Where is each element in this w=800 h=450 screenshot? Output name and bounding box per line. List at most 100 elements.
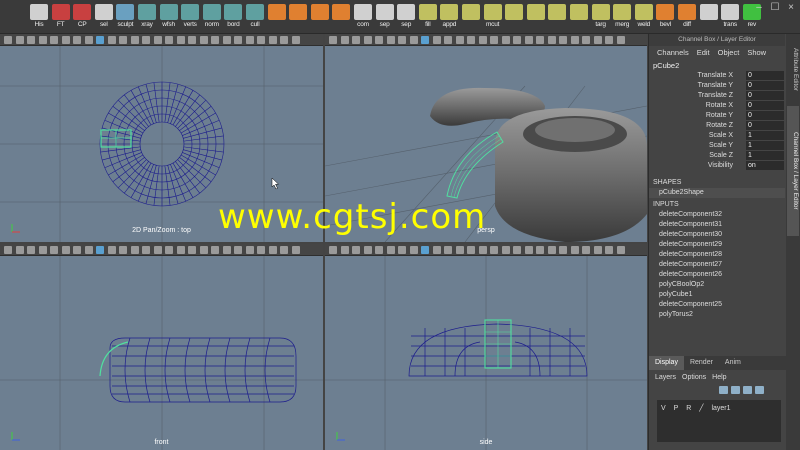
attribute-row[interactable]: Rotate Z 0 — [649, 121, 785, 131]
viewport-tool-icon[interactable] — [421, 246, 429, 254]
attribute-row[interactable]: Scale Z 1 — [649, 151, 785, 161]
shelf-button-poly-cube[interactable] — [287, 4, 309, 32]
viewport-tool-icon[interactable] — [593, 246, 602, 254]
attribute-row[interactable]: Visibility on — [649, 161, 785, 171]
viewport-tool-icon[interactable] — [329, 36, 337, 44]
shelf-button-poly-sphere[interactable] — [266, 4, 288, 32]
viewport-tool-icon[interactable] — [142, 246, 150, 254]
viewport-tool-icon[interactable] — [490, 36, 498, 44]
viewport-tool-icon[interactable] — [73, 36, 81, 44]
menu-edit[interactable]: Edit — [697, 46, 710, 60]
viewport-tool-icon[interactable] — [107, 246, 116, 254]
close-button[interactable]: × — [784, 2, 798, 14]
viewport-tool-icon[interactable] — [340, 246, 349, 254]
viewport-tool-icon[interactable] — [257, 36, 265, 44]
shelf-button-FT[interactable]: FT — [50, 4, 72, 32]
viewport-tool-icon[interactable] — [245, 36, 254, 44]
attribute-value-field[interactable]: 0 — [746, 101, 784, 110]
input-node[interactable]: polyCBoolOp2 — [649, 280, 785, 290]
viewport-tool-icon[interactable] — [142, 36, 150, 44]
viewport-tool-icon[interactable] — [130, 246, 139, 254]
viewport-tool-icon[interactable] — [421, 36, 429, 44]
viewport-tool-icon[interactable] — [257, 246, 265, 254]
viewport-tool-icon[interactable] — [536, 246, 544, 254]
viewport-tool-icon[interactable] — [409, 246, 418, 254]
attribute-value-field[interactable]: 0 — [746, 81, 784, 90]
attribute-row[interactable]: Rotate X 0 — [649, 101, 785, 111]
shelf-button-wfsh[interactable]: wfsh — [158, 4, 180, 32]
layer-menu-options[interactable]: Options — [682, 374, 706, 381]
viewport-tool-icon[interactable] — [340, 36, 349, 44]
viewport-tool-icon[interactable] — [559, 246, 567, 254]
move-up-icon[interactable] — [731, 386, 740, 394]
input-node[interactable]: deleteComponent31 — [649, 220, 785, 230]
viewport-tool-icon[interactable] — [570, 246, 579, 254]
viewport-tool-icon[interactable] — [130, 36, 139, 44]
viewport-tool-icon[interactable] — [176, 246, 185, 254]
viewport-tool-icon[interactable] — [524, 246, 533, 254]
viewport-tool-icon[interactable] — [467, 246, 475, 254]
shelf-button-diff[interactable]: diff — [676, 4, 698, 32]
shelf-button-verts[interactable]: verts — [179, 4, 201, 32]
viewport-tool-icon[interactable] — [616, 36, 625, 44]
shelf-button-cull[interactable]: cull — [244, 4, 266, 32]
viewport-tool-icon[interactable] — [363, 246, 372, 254]
shelf-button-weld[interactable]: weld — [633, 4, 655, 32]
attribute-value-field[interactable]: on — [746, 161, 784, 170]
viewport-tool-icon[interactable] — [398, 36, 406, 44]
input-node[interactable]: deleteComponent30 — [649, 230, 785, 240]
shelf-button-norm[interactable]: norm — [201, 4, 223, 32]
viewport-tool-icon[interactable] — [455, 36, 464, 44]
attribute-row[interactable]: Rotate Y 0 — [649, 111, 785, 121]
viewport-tool-icon[interactable] — [280, 246, 288, 254]
viewport-tool-icon[interactable] — [245, 246, 254, 254]
viewport-tool-icon[interactable] — [501, 36, 510, 44]
attribute-row[interactable]: Translate X 0 — [649, 71, 785, 81]
shelf-button-sculpt[interactable]: sculpt — [114, 4, 136, 32]
input-node[interactable]: polyCube1 — [649, 290, 785, 300]
viewport-tool-icon[interactable] — [570, 36, 579, 44]
viewport-tool-icon[interactable] — [107, 36, 116, 44]
shelf-button-insert-edge-loop[interactable] — [503, 4, 525, 32]
viewport-tool-icon[interactable] — [582, 36, 590, 44]
shelf-button-merg[interactable]: merg — [611, 4, 633, 32]
layer-color-swatch-icon[interactable]: ╱ — [699, 405, 703, 412]
viewport-tool-icon[interactable] — [501, 246, 510, 254]
viewport-canvas[interactable]: front — [0, 256, 323, 450]
attribute-value-field[interactable]: 1 — [746, 141, 784, 150]
attribute-row[interactable]: Scale Y 1 — [649, 141, 785, 151]
shelf-button-split[interactable] — [460, 4, 482, 32]
viewport-tool-icon[interactable] — [375, 246, 383, 254]
viewport-tool-icon[interactable] — [524, 36, 533, 44]
viewport-tool-icon[interactable] — [582, 246, 590, 254]
input-node[interactable]: deleteComponent32 — [649, 210, 785, 220]
viewport-tool-icon[interactable] — [234, 36, 242, 44]
viewport-tool-icon[interactable] — [73, 246, 81, 254]
attribute-value-field[interactable]: 0 — [746, 91, 784, 100]
viewport-tool-icon[interactable] — [61, 36, 70, 44]
viewport-tool-icon[interactable] — [536, 36, 544, 44]
viewport-tool-icon[interactable] — [50, 246, 58, 254]
layer-render-toggle[interactable]: R — [686, 405, 691, 412]
viewport-tool-icon[interactable] — [386, 246, 395, 254]
viewport-tool-icon[interactable] — [478, 36, 487, 44]
viewport-tool-icon[interactable] — [280, 36, 288, 44]
viewport-tool-icon[interactable] — [478, 246, 487, 254]
shelf-button-trans[interactable]: trans — [719, 4, 741, 32]
new-layer-icon[interactable] — [719, 386, 728, 394]
viewport-tool-icon[interactable] — [84, 246, 93, 254]
viewport-tool-icon[interactable] — [15, 246, 24, 254]
viewport-tool-icon[interactable] — [38, 246, 47, 254]
viewport-tool-icon[interactable] — [291, 246, 300, 254]
viewport-tool-icon[interactable] — [96, 36, 104, 44]
front-viewport[interactable]: front — [0, 244, 323, 450]
viewport-tool-icon[interactable] — [165, 36, 173, 44]
viewport-tool-icon[interactable] — [605, 36, 613, 44]
viewport-tool-icon[interactable] — [490, 246, 498, 254]
viewport-tool-icon[interactable] — [234, 246, 242, 254]
tab-render[interactable]: Render — [684, 356, 719, 370]
viewport-tool-icon[interactable] — [432, 246, 441, 254]
viewport-tool-icon[interactable] — [199, 246, 208, 254]
input-node[interactable]: deleteComponent29 — [649, 240, 785, 250]
viewport-tool-icon[interactable] — [559, 36, 567, 44]
